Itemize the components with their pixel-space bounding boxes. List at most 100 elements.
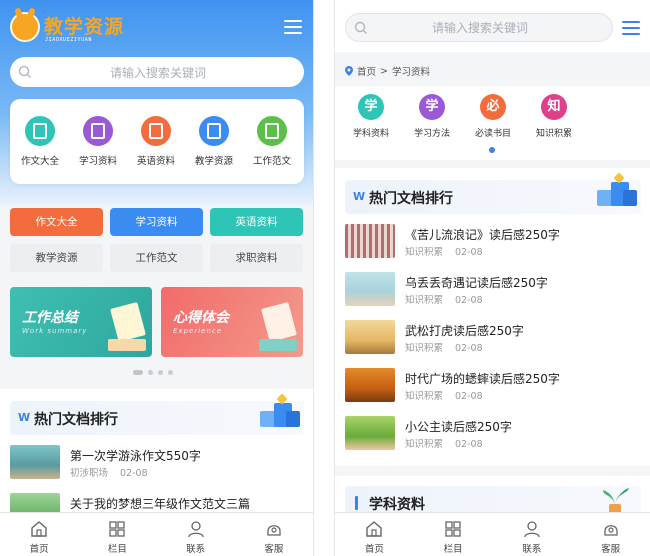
search-placeholder: 请输入搜索关键词 <box>431 21 528 35</box>
clipboard-icon <box>199 116 229 146</box>
home-icon <box>366 521 383 537</box>
category-label: 英语资料 <box>136 156 175 167</box>
home-icon <box>31 521 47 537</box>
quick-link-teaching[interactable]: 教学资源 <box>10 244 103 272</box>
doc-thumbnail <box>345 416 395 450</box>
carousel-dot[interactable] <box>168 370 173 375</box>
menu-icon[interactable] <box>622 21 640 35</box>
quick-link-jobs[interactable]: 求职资料 <box>210 244 303 272</box>
arrow-illustration <box>108 339 146 351</box>
doc-tag: 初涉职场 <box>70 468 109 479</box>
carousel-indicator <box>133 370 173 375</box>
search-placeholder: 请输入搜索关键词 <box>109 65 206 80</box>
category-english[interactable]: 英语资料 <box>127 116 185 167</box>
quick-link-work[interactable]: 工作范文 <box>110 244 203 272</box>
breadcrumb-home[interactable]: 首页 <box>357 64 376 78</box>
cubes-icon <box>597 172 637 208</box>
books-illustration <box>261 301 297 343</box>
list-item[interactable]: 时代广场的蟋蟀读后感250字 知识积累 02-08 <box>345 368 635 412</box>
subcategory-subject[interactable]: 学 学科资料 <box>341 94 401 139</box>
doc-tag: 知识积累 <box>405 439 444 450</box>
list-item[interactable]: 《苦儿流浪记》读后感250字 知识积累 02-08 <box>345 224 635 268</box>
grid-icon <box>445 521 461 537</box>
menu-icon[interactable] <box>284 20 302 34</box>
quick-link-composition[interactable]: 作文大全 <box>10 208 103 236</box>
banner-title: 心得体会 <box>173 310 229 326</box>
banner-work-summary[interactable]: 工作总结 Work summary <box>10 287 152 357</box>
notebook-illustration <box>110 301 146 343</box>
doc-title: 小公主读后感250字 <box>405 420 512 434</box>
section-header: W 热门文档排行 <box>10 393 304 435</box>
doc-date: 02-08 <box>455 439 483 450</box>
bottom-tabbar: 首页 栏目 联系 客服 <box>0 512 313 556</box>
tab-columns[interactable]: 栏目 <box>414 513 493 556</box>
tab-columns[interactable]: 栏目 <box>78 513 156 556</box>
subcategory-reading[interactable]: 必 必读书目 <box>463 94 523 139</box>
subcategory-grid: 学 学科资料 学 学习方法 必 必读书目 知 知识积累 <box>335 86 650 160</box>
grid-icon <box>109 521 126 537</box>
tab-label: 联系 <box>186 544 206 555</box>
hot-docs-section: W 热门文档排行 第一次学游泳作文550字 初涉职场 02-08 关于我的梦想三年… <box>0 389 313 529</box>
subcategory-knowledge[interactable]: 知 知识积累 <box>524 94 584 139</box>
subcategory-label: 学习方法 <box>413 129 450 139</box>
book-icon <box>25 116 55 146</box>
list-item[interactable]: 小公主读后感250字 知识积累 02-08 <box>345 416 635 460</box>
subcategory-glyph: 必 <box>480 94 506 120</box>
location-pin-icon <box>345 66 353 76</box>
carousel-dot[interactable] <box>148 370 153 375</box>
user-icon <box>187 521 204 538</box>
top-bar: 请输入搜索关键词 <box>335 0 650 52</box>
section-title: 学科资料 <box>369 497 425 513</box>
category-label: 工作范文 <box>252 156 291 167</box>
site-logo[interactable]: 教学资源 JIAOXUEZIYUAN <box>10 10 130 46</box>
search-input[interactable]: 请输入搜索关键词 <box>345 13 613 42</box>
quick-link-study[interactable]: 学习资料 <box>110 208 203 236</box>
tab-label: 栏目 <box>107 544 127 555</box>
category-label: 学习资料 <box>78 156 117 167</box>
right-phone-screen: 请输入搜索关键词 首页 > 学习资料 学 学科资料 学 学习方法 必 必读书目 … <box>334 0 650 556</box>
list-item[interactable]: 第一次学游泳作文550字 初涉职场 02-08 <box>10 445 300 489</box>
doc-meta: 知识积累 02-08 <box>405 340 483 354</box>
doc-meta: 初涉职场 02-08 <box>70 465 148 479</box>
tab-home[interactable]: 首页 <box>335 513 414 556</box>
doc-date: 02-08 <box>455 295 483 306</box>
carousel-dot[interactable] <box>133 370 143 375</box>
quick-link-english[interactable]: 英语资料 <box>210 208 303 236</box>
tab-service[interactable]: 客服 <box>235 513 313 556</box>
headset-icon <box>267 525 281 536</box>
tab-contact[interactable]: 联系 <box>157 513 235 556</box>
tab-home[interactable]: 首页 <box>0 513 78 556</box>
category-work[interactable]: 工作范文 <box>243 116 301 167</box>
doc-date: 02-08 <box>455 391 483 402</box>
search-icon <box>354 21 368 34</box>
list-item[interactable]: 武松打虎读后感250字 知识积累 02-08 <box>345 320 635 364</box>
carousel-dot[interactable] <box>158 370 163 375</box>
tab-service[interactable]: 客服 <box>571 513 650 556</box>
search-input[interactable]: 请输入搜索关键词 <box>10 57 304 87</box>
breadcrumb: 首页 > 学习资料 <box>345 64 430 78</box>
document-icon <box>257 116 287 146</box>
subcategory-method[interactable]: 学 学习方法 <box>402 94 462 139</box>
doc-tag: 知识积累 <box>405 343 444 354</box>
tab-label: 联系 <box>522 544 542 555</box>
category-teaching[interactable]: 教学资源 <box>185 116 243 167</box>
tab-label: 客服 <box>601 544 621 555</box>
banner-subtitle: Work summary <box>22 327 88 335</box>
banner-title: 工作总结 <box>22 310 78 326</box>
doc-meta: 知识积累 02-08 <box>405 244 483 258</box>
category-label: 作文大全 <box>20 156 59 167</box>
doc-thumbnail <box>10 445 60 479</box>
bottom-tabbar: 首页 栏目 联系 客服 <box>335 512 650 556</box>
category-study[interactable]: 学习资料 <box>69 116 127 167</box>
list-item[interactable]: 乌丢丢奇遇记读后感250字 知识积累 02-08 <box>345 272 635 316</box>
doc-thumbnail <box>345 320 395 354</box>
banner-experience[interactable]: 心得体会 Experience <box>161 287 303 357</box>
hot-docs-section: W 热门文档排行 《苦儿流浪记》读后感250字 知识积累 02-08 乌丢丢奇遇记… <box>335 168 650 466</box>
tab-label: 客服 <box>264 544 284 555</box>
logo-subtitle: JIAOXUEZIYUAN <box>45 37 92 43</box>
category-composition[interactable]: 作文大全 <box>11 116 69 167</box>
tab-contact[interactable]: 联系 <box>493 513 572 556</box>
doc-title: 时代广场的蟋蟀读后感250字 <box>405 372 560 386</box>
cubes-icon <box>260 393 300 429</box>
category-label: 教学资源 <box>194 156 233 167</box>
